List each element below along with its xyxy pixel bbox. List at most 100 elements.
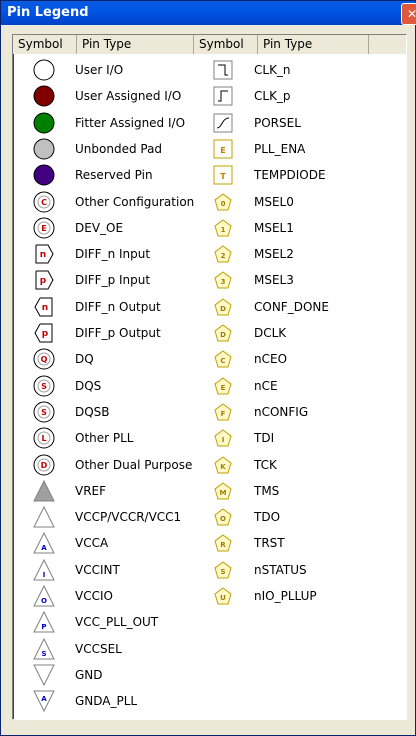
left-row-vccint: I VCCINT xyxy=(31,557,201,583)
svg-text:D: D xyxy=(220,305,226,313)
user-assigned-i-o-symbol-icon xyxy=(31,83,57,109)
left-row-dq: Q DQ xyxy=(31,346,201,372)
vccint-symbol-icon: I xyxy=(31,557,57,583)
pin-type-label: DQSB xyxy=(75,404,110,419)
svg-text:D: D xyxy=(220,331,226,339)
left-row-diff-n-output: n DIFF_n Output xyxy=(31,294,201,320)
pin-type-label: User I/O xyxy=(75,63,124,77)
column-headers: Symbol Pin Type Symbol Pin Type xyxy=(13,35,406,54)
header-symbol-left[interactable]: Symbol xyxy=(13,35,77,54)
svg-text:E: E xyxy=(221,384,226,392)
header-pin-type-left[interactable]: Pin Type xyxy=(77,35,194,54)
svg-text:O: O xyxy=(41,597,47,605)
legend-list[interactable]: Symbol Pin Type Symbol Pin Type User I/O… xyxy=(12,34,407,720)
svg-text:1: 1 xyxy=(221,226,226,234)
close-button[interactable]: ✕ xyxy=(401,3,416,25)
svg-text:E: E xyxy=(220,146,225,155)
conf-done-symbol-icon: D xyxy=(210,294,236,320)
svg-text:A: A xyxy=(41,544,47,552)
msel1-symbol-icon: 1 xyxy=(210,215,236,241)
left-row-reserved-pin: Reserved Pin xyxy=(31,162,201,188)
reserved-pin-symbol-icon xyxy=(31,162,57,188)
left-row-unbonded-pad: Unbonded Pad xyxy=(31,136,201,162)
svg-text:A: A xyxy=(41,695,47,703)
pin-type-label: VCCIO xyxy=(75,589,113,603)
pin-type-label: VCCINT xyxy=(75,562,120,577)
svg-text:C: C xyxy=(41,198,47,207)
right-row-tck: K TCK xyxy=(210,452,380,478)
svg-text:U: U xyxy=(220,594,226,602)
svg-text:p: p xyxy=(42,329,49,339)
left-row-diff-n-input: n DIFF_n Input xyxy=(31,241,201,267)
left-row-dqsb: S DQSB xyxy=(31,399,201,425)
right-row-dclk: D DCLK xyxy=(210,320,380,346)
pin-type-label: TDI xyxy=(254,431,275,446)
gnda-pll-symbol-icon: A xyxy=(31,688,57,714)
title-bar[interactable]: Pin Legend ✕ xyxy=(1,1,416,25)
left-row-vcca: A VCCA xyxy=(31,530,201,556)
nio-pllup-symbol-icon: U xyxy=(210,583,236,609)
left-row-vcc-pll-out: P VCC_PLL_OUT xyxy=(31,609,201,635)
left-row-other-pll: L Other PLL xyxy=(31,425,201,451)
pin-type-label: VCC_PLL_OUT xyxy=(75,615,159,630)
pin-type-label: User Assigned I/O xyxy=(75,89,182,104)
pin-type-label: Reserved Pin xyxy=(75,168,153,183)
right-row-porsel: PORSEL xyxy=(210,110,380,136)
close-icon: ✕ xyxy=(406,7,416,21)
pin-type-label: MSEL3 xyxy=(254,273,294,288)
pin-type-label: PLL_ENA xyxy=(254,141,306,156)
pin-type-label: CONF_DONE xyxy=(254,299,329,314)
right-row-tdi: I TDI xyxy=(210,425,380,451)
pin-type-label: VREF xyxy=(75,483,107,498)
other-dual-purpose-symbol-icon: D xyxy=(31,452,57,478)
pin-type-label: DIFF_p Input xyxy=(75,273,151,288)
unbonded-pad-symbol-icon xyxy=(31,136,57,162)
nceo-symbol-icon: C xyxy=(210,346,236,372)
diff-p-input-symbol-icon: p xyxy=(31,267,57,293)
left-row-user-assigned-i-o: User Assigned I/O xyxy=(31,83,201,109)
fitter-assigned-i-o-symbol-icon xyxy=(31,110,57,136)
pin-type-label: GNDA_PLL xyxy=(75,694,138,709)
svg-text:D: D xyxy=(41,461,48,470)
header-symbol-right[interactable]: Symbol xyxy=(194,35,258,54)
svg-text:S: S xyxy=(41,382,47,391)
other-configuration-symbol-icon: C xyxy=(31,189,57,215)
dq-symbol-icon: Q xyxy=(31,346,57,372)
pin-type-label: DIFF_n Input xyxy=(75,247,151,262)
left-row-vref: VREF xyxy=(31,478,201,504)
nce-symbol-icon: E xyxy=(210,373,236,399)
pin-type-label: MSEL2 xyxy=(254,247,294,262)
tdo-symbol-icon: O xyxy=(210,504,236,530)
svg-text:3: 3 xyxy=(221,278,226,286)
pin-type-label: nSTATUS xyxy=(254,562,307,577)
diff-n-output-symbol-icon: n xyxy=(31,294,57,320)
left-row-diff-p-output: p DIFF_p Output xyxy=(31,320,201,346)
left-row-user-i-o: User I/O xyxy=(31,57,201,83)
vcc-pll-out-symbol-icon: P xyxy=(31,609,57,635)
svg-text:S: S xyxy=(41,650,46,658)
svg-text:p: p xyxy=(40,276,47,286)
left-row-other-dual-purpose: D Other Dual Purpose xyxy=(31,452,201,478)
svg-text:F: F xyxy=(221,410,226,418)
pin-type-label: TEMPDIODE xyxy=(254,168,326,183)
svg-text:T: T xyxy=(220,172,226,181)
header-pin-type-right[interactable]: Pin Type xyxy=(258,35,369,54)
vccsel-symbol-icon: S xyxy=(31,636,57,662)
svg-text:R: R xyxy=(220,541,226,549)
diff-n-input-symbol-icon: n xyxy=(31,241,57,267)
pin-type-label: CLK_p xyxy=(254,89,291,104)
msel0-symbol-icon: 0 xyxy=(210,189,236,215)
pin-type-label: PORSEL xyxy=(254,115,301,130)
svg-text:S: S xyxy=(220,568,225,576)
pin-type-label: DEV_OE xyxy=(75,220,124,235)
pin-type-label: DQS xyxy=(75,378,102,393)
clk-n-symbol-icon xyxy=(210,57,236,83)
pin-type-label: nIO_PLLUP xyxy=(254,589,317,603)
pin-type-label: CLK_n xyxy=(254,63,291,77)
left-row-gnda-pll: A GNDA_PLL xyxy=(31,688,201,714)
svg-text:E: E xyxy=(41,224,46,233)
right-row-tdo: O TDO xyxy=(210,504,380,530)
svg-text:2: 2 xyxy=(221,252,226,260)
svg-text:O: O xyxy=(220,515,226,523)
pin-type-label: DCLK xyxy=(254,326,287,340)
